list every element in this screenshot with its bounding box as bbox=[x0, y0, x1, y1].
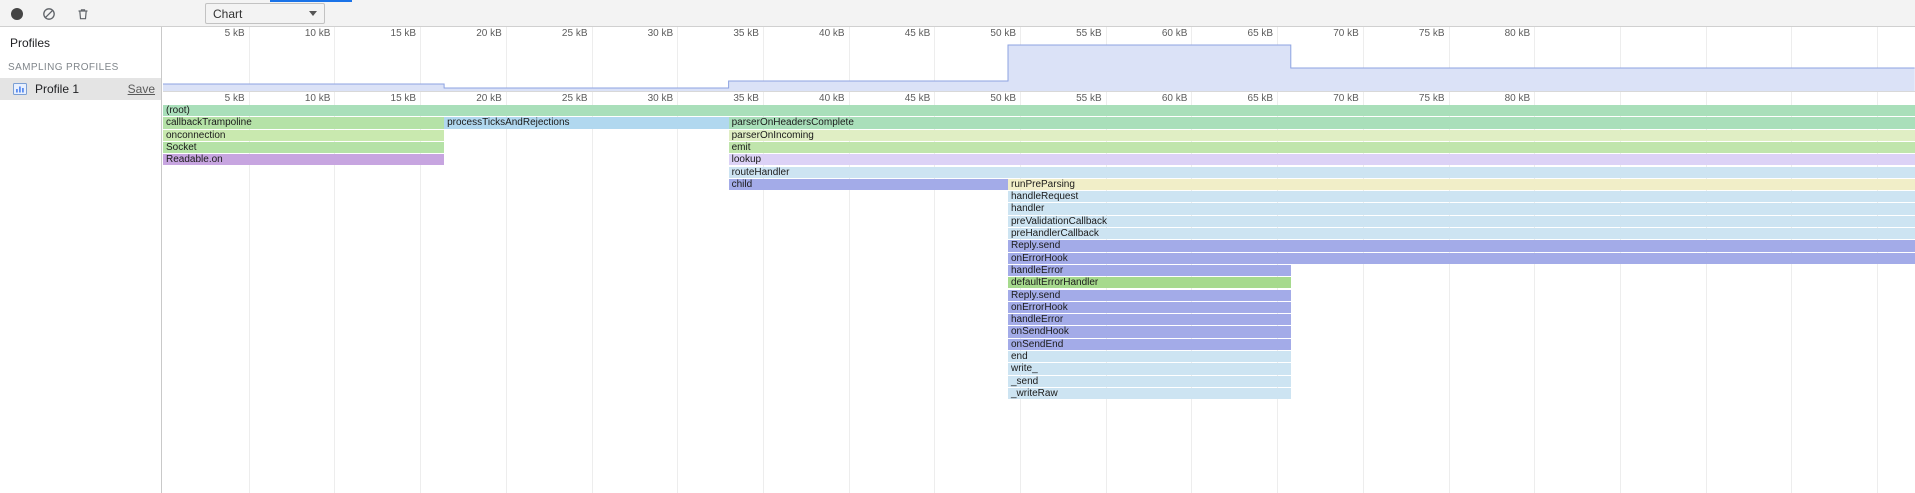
flame-frame[interactable]: emit bbox=[729, 142, 1915, 153]
flame-frame[interactable]: write_ bbox=[1008, 363, 1291, 374]
flame-frame[interactable]: onconnection bbox=[163, 130, 444, 141]
main-panel: 5 kB 10 kB 15 kB 20 kB 25 kB 30 kB 35 kB 40 kB 4… bbox=[163, 27, 1915, 493]
trash-icon bbox=[76, 7, 90, 21]
ruler-tick-label: 10 kB bbox=[280, 28, 330, 39]
flame-frame[interactable]: onSendHook bbox=[1008, 326, 1291, 337]
ruler-tick-label: 60 kB bbox=[1137, 28, 1187, 39]
flame-frame[interactable]: _send bbox=[1008, 376, 1291, 387]
flame-frame[interactable]: Socket bbox=[163, 142, 444, 153]
ruler-tick-label: 60 kB bbox=[1137, 93, 1187, 104]
ruler-tick-label: 25 kB bbox=[538, 28, 588, 39]
chart-select-value: Chart bbox=[213, 7, 242, 21]
ruler-tick-label: 15 kB bbox=[366, 28, 416, 39]
flame-frame[interactable]: parserOnHeadersComplete bbox=[729, 117, 1915, 128]
ruler-tick-label: 20 kB bbox=[452, 93, 502, 104]
ruler-tick-label: 5 kB bbox=[195, 28, 245, 39]
ruler-tick-label: 30 kB bbox=[623, 93, 673, 104]
flame-frame[interactable]: preValidationCallback bbox=[1008, 216, 1915, 227]
profile-name: Profile 1 bbox=[35, 82, 79, 96]
flame-frame[interactable]: handleRequest bbox=[1008, 191, 1915, 202]
ruler-tick-label: 35 kB bbox=[709, 28, 759, 39]
flame-frame[interactable]: onErrorHook bbox=[1008, 253, 1915, 264]
profile-item[interactable]: Profile 1 Save bbox=[0, 78, 161, 100]
flame-frame[interactable]: defaultErrorHandler bbox=[1008, 277, 1291, 288]
profiles-header: Profiles bbox=[0, 27, 161, 56]
delete-profile-button[interactable] bbox=[70, 4, 96, 23]
chart-view-select[interactable]: Chart bbox=[205, 3, 325, 24]
ruler-tick-label: 65 kB bbox=[1223, 93, 1273, 104]
flame-frame[interactable]: parserOnIncoming bbox=[729, 130, 1915, 141]
flame-frame[interactable]: onErrorHook bbox=[1008, 302, 1291, 313]
flame-frame[interactable]: handleError bbox=[1008, 314, 1291, 325]
ruler-tick-label: 40 kB bbox=[795, 28, 845, 39]
ruler-tick-label: 45 kB bbox=[880, 28, 930, 39]
tab-accent-line bbox=[270, 0, 352, 2]
flame-frame[interactable]: callbackTrampoline bbox=[163, 117, 444, 128]
ruler-tick-label: 50 kB bbox=[966, 93, 1016, 104]
overview-pane[interactable] bbox=[163, 40, 1915, 92]
overview-graph bbox=[163, 40, 1915, 92]
flame-frame[interactable]: onSendEnd bbox=[1008, 339, 1291, 350]
profile-icon bbox=[12, 81, 28, 97]
ruler-tick-label: 20 kB bbox=[452, 28, 502, 39]
ruler-tick-label: 65 kB bbox=[1223, 28, 1273, 39]
ruler-tick-label: 80 kB bbox=[1480, 28, 1530, 39]
toolbar: Chart bbox=[0, 0, 1915, 27]
flame-frame[interactable]: (root) bbox=[163, 105, 1915, 116]
sampling-profiles-section-title: SAMPLING PROFILES bbox=[0, 56, 161, 78]
ruler-tick-label: 25 kB bbox=[538, 93, 588, 104]
ruler-tick-label: 70 kB bbox=[1309, 93, 1359, 104]
ruler-bottom: 5 kB 10 kB 15 kB 20 kB 25 kB 30 kB 35 kB 40 kB 4… bbox=[163, 92, 1915, 105]
flame-frame[interactable]: handleError bbox=[1008, 265, 1291, 276]
ruler-tick-label: 55 kB bbox=[1052, 93, 1102, 104]
chevron-down-icon bbox=[309, 11, 317, 16]
flame-frame[interactable]: child bbox=[729, 179, 1008, 190]
flame-frame[interactable]: Reply.send bbox=[1008, 290, 1291, 301]
ruler-tick-label: 30 kB bbox=[623, 28, 673, 39]
flame-frame[interactable]: runPreParsing bbox=[1008, 179, 1915, 190]
flame-frame[interactable]: end bbox=[1008, 351, 1291, 362]
ruler-tick-label: 75 kB bbox=[1395, 93, 1445, 104]
save-profile-link[interactable]: Save bbox=[128, 82, 155, 96]
flame-frame[interactable]: Reply.send bbox=[1008, 240, 1915, 251]
ruler-tick-label: 50 kB bbox=[966, 28, 1016, 39]
flame-frame[interactable]: lookup bbox=[729, 154, 1915, 165]
ruler-tick-label: 45 kB bbox=[880, 93, 930, 104]
ruler-top: 5 kB 10 kB 15 kB 20 kB 25 kB 30 kB 35 kB 40 kB 4… bbox=[163, 27, 1915, 40]
circle-slash-icon bbox=[42, 7, 56, 21]
flame-frame[interactable]: handler bbox=[1008, 203, 1915, 214]
ruler-tick-label: 70 kB bbox=[1309, 28, 1359, 39]
clear-all-profiles-button[interactable] bbox=[36, 4, 62, 23]
record-icon bbox=[11, 8, 23, 20]
sidebar: Profiles SAMPLING PROFILES Profile 1 Sav… bbox=[0, 27, 162, 493]
ruler-tick-label: 55 kB bbox=[1052, 28, 1102, 39]
flame-frame[interactable]: _writeRaw bbox=[1008, 388, 1291, 399]
ruler-tick-label: 75 kB bbox=[1395, 28, 1445, 39]
ruler-tick-label: 10 kB bbox=[280, 93, 330, 104]
record-button[interactable] bbox=[4, 4, 30, 23]
ruler-tick-label: 80 kB bbox=[1480, 93, 1530, 104]
flame-frame[interactable]: routeHandler bbox=[729, 167, 1915, 178]
flame-frame[interactable]: processTicksAndRejections bbox=[444, 117, 729, 128]
ruler-tick-label: 35 kB bbox=[709, 93, 759, 104]
flame-frame[interactable]: Readable.on bbox=[163, 154, 444, 165]
ruler-tick-label: 40 kB bbox=[795, 93, 845, 104]
flame-frame[interactable]: preHandlerCallback bbox=[1008, 228, 1915, 239]
ruler-tick-label: 5 kB bbox=[195, 93, 245, 104]
ruler-tick-label: 15 kB bbox=[366, 93, 416, 104]
